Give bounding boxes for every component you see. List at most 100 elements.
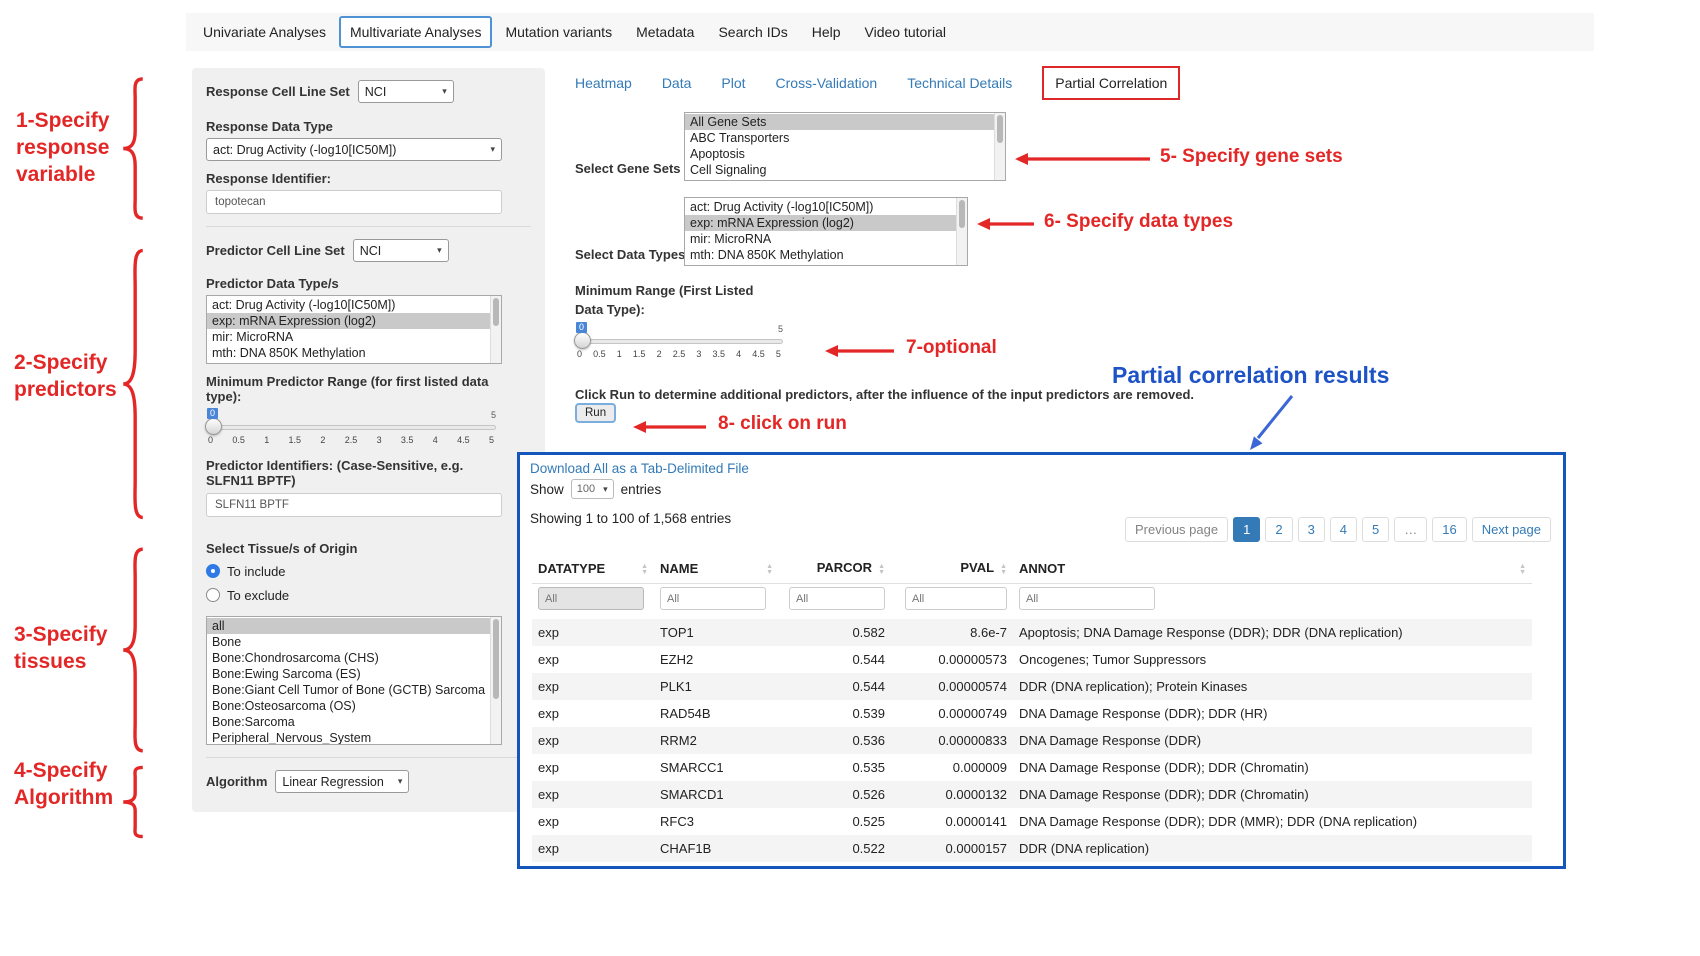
column-header-pval[interactable]: PVAL▲▼: [891, 553, 1013, 584]
tissue-exclude-radio[interactable]: To exclude: [206, 586, 531, 604]
page-button-1[interactable]: 1: [1233, 517, 1260, 542]
nav-item-mutation-variants[interactable]: Mutation variants: [494, 16, 623, 48]
cell: 0.544: [779, 646, 891, 673]
data-types-listbox[interactable]: act: Drug Activity (-log10[IC50M])exp: m…: [684, 197, 968, 266]
cell: DNA Damage Response (DDR); DDR (Chromati…: [1013, 754, 1532, 781]
brace-step4: [120, 766, 146, 838]
scrollbar[interactable]: [490, 617, 501, 744]
download-link[interactable]: Download All as a Tab-Delimited File: [530, 461, 749, 476]
tissue-listbox[interactable]: allBoneBone:Chondrosarcoma (CHS)Bone:Ewi…: [206, 616, 502, 745]
column-header-annot[interactable]: ANNOT▲▼: [1013, 553, 1532, 584]
chevron-down-icon: ▾: [437, 245, 442, 256]
show-label: Show: [530, 482, 564, 497]
results-table-body: expTOP10.5828.6e-7Apoptosis; DNA Damage …: [532, 619, 1532, 862]
tab-partial-correlation[interactable]: Partial Correlation: [1055, 75, 1167, 91]
slider-value-bubble: 0: [207, 408, 218, 419]
nav-item-video-tutorial[interactable]: Video tutorial: [854, 16, 957, 48]
option-bone[interactable]: Bone: [207, 634, 501, 650]
tissue-exclude-label: To exclude: [227, 588, 289, 603]
slider-track: [575, 339, 783, 344]
control-panel: Response Cell Line Set NCI ▾ Response Da…: [192, 68, 545, 812]
option-all-gene-sets[interactable]: All Gene Sets: [685, 114, 1005, 130]
slider-max-label: 5: [778, 324, 783, 334]
cell: 0.525: [779, 808, 891, 835]
tab-cross-validation[interactable]: Cross-Validation: [776, 75, 878, 91]
column-header-name[interactable]: NAME▲▼: [654, 553, 779, 584]
page-button-2[interactable]: 2: [1265, 517, 1292, 542]
slider-tick: 3.5: [401, 435, 414, 445]
gene-sets-listbox[interactable]: All Gene SetsABC TransportersApoptosisCe…: [684, 112, 1006, 181]
tissue-include-radio[interactable]: To include: [206, 562, 531, 580]
run-button[interactable]: Run: [575, 403, 616, 423]
arrow-step8-icon: [630, 418, 708, 436]
response-identifier-input[interactable]: [206, 190, 502, 214]
next-page-button[interactable]: Next page: [1472, 517, 1551, 542]
option-mir-microrna[interactable]: mir: MicroRNA: [685, 231, 967, 247]
option-exp-mrna-expression-log2[interactable]: exp: mRNA Expression (log2): [685, 215, 967, 231]
option-peripheral-nervous-system[interactable]: Peripheral_Nervous_System: [207, 730, 501, 745]
slider-handle[interactable]: [205, 418, 222, 435]
predictor-identifiers-input[interactable]: [206, 493, 502, 517]
option-mir-microrna[interactable]: mir: MicroRNA: [207, 329, 501, 345]
cell: exp: [532, 781, 654, 808]
predictor-data-types-listbox[interactable]: act: Drug Activity (-log10[IC50M])exp: m…: [206, 295, 502, 364]
filter-input-parcor[interactable]: [789, 587, 885, 610]
main-range-slider[interactable]: 0 5 00.511.522.533.544.55: [575, 324, 783, 366]
algorithm-select[interactable]: Linear Regression ▾: [275, 770, 409, 793]
option-cell-signaling[interactable]: Cell Signaling: [685, 162, 1005, 178]
cell: DNA Damage Response (DDR); DDR (HR): [1013, 700, 1532, 727]
predictor-cell-line-set-select[interactable]: NCI ▾: [353, 239, 449, 262]
filter-input-annot[interactable]: [1019, 587, 1155, 610]
filter-cell: [1013, 584, 1532, 620]
column-header-datatype[interactable]: DATATYPE▲▼: [532, 553, 654, 584]
option-abc-transporters[interactable]: ABC Transporters: [685, 130, 1005, 146]
filter-input-pval[interactable]: [905, 587, 1007, 610]
page-button-5[interactable]: 5: [1362, 517, 1389, 542]
nav-item-metadata[interactable]: Metadata: [625, 16, 705, 48]
page-button-4[interactable]: 4: [1330, 517, 1357, 542]
column-header-label: PARCOR: [817, 560, 872, 575]
option-bone-sarcoma[interactable]: Bone:Sarcoma: [207, 714, 501, 730]
nav-item-multivariate-analyses[interactable]: Multivariate Analyses: [339, 16, 493, 48]
nav-item-help[interactable]: Help: [801, 16, 852, 48]
nav-item-univariate-analyses[interactable]: Univariate Analyses: [192, 16, 337, 48]
slider-max-label: 5: [491, 410, 496, 420]
scrollbar[interactable]: [994, 113, 1005, 180]
option-bone-osteosarcoma-os[interactable]: Bone:Osteosarcoma (OS): [207, 698, 501, 714]
slider-handle[interactable]: [574, 332, 591, 349]
filter-input-datatype[interactable]: [538, 587, 644, 610]
show-entries-select[interactable]: 100 ▾: [571, 479, 614, 499]
page-button-16[interactable]: 16: [1432, 517, 1466, 542]
option-exp-mrna-expression-log2[interactable]: exp: mRNA Expression (log2): [207, 313, 501, 329]
cell: RFC3: [654, 808, 779, 835]
arrow-step5-icon: [1012, 150, 1152, 168]
option-apoptosis[interactable]: Apoptosis: [685, 146, 1005, 162]
column-header-parcor[interactable]: PARCOR ▲▼: [779, 553, 891, 584]
option-bone-ewing-sarcoma-es[interactable]: Bone:Ewing Sarcoma (ES): [207, 666, 501, 682]
nav-item-search-ids[interactable]: Search IDs: [707, 16, 798, 48]
option-bone-chondrosarcoma-chs[interactable]: Bone:Chondrosarcoma (CHS): [207, 650, 501, 666]
filter-input-name[interactable]: [660, 587, 766, 610]
cell: 0.00000749: [891, 700, 1013, 727]
page-button-ellipsis[interactable]: …: [1394, 517, 1427, 542]
scrollbar[interactable]: [490, 296, 501, 363]
scrollbar[interactable]: [956, 198, 967, 265]
annotation-step2: 2-Specify predictors: [14, 350, 126, 404]
option-act-drug-activity-log10-ic50m[interactable]: act: Drug Activity (-log10[IC50M]): [207, 297, 501, 313]
option-mth-dna-850k-methylation[interactable]: mth: DNA 850K Methylation: [207, 345, 501, 361]
tab-heatmap[interactable]: Heatmap: [575, 75, 632, 91]
tab-plot[interactable]: Plot: [721, 75, 745, 91]
previous-page-button[interactable]: Previous page: [1125, 517, 1228, 542]
option-mth-dna-850k-methylation[interactable]: mth: DNA 850K Methylation: [685, 247, 967, 263]
tab-data[interactable]: Data: [662, 75, 692, 91]
response-data-type-select[interactable]: act: Drug Activity (-log10[IC50M]) ▾: [206, 138, 502, 161]
page-button-3[interactable]: 3: [1298, 517, 1325, 542]
sort-down-icon: ▼: [1000, 570, 1007, 576]
option-act-drug-activity-log10-ic50m[interactable]: act: Drug Activity (-log10[IC50M]): [685, 199, 967, 215]
tab-technical-details[interactable]: Technical Details: [907, 75, 1012, 91]
option-bone-giant-cell-tumor-of-bone-gctb-sarcoma[interactable]: Bone:Giant Cell Tumor of Bone (GCTB) Sar…: [207, 682, 501, 698]
response-cell-line-set-select[interactable]: NCI ▾: [358, 80, 454, 103]
sort-icon: ▲▼: [878, 564, 885, 576]
predictor-range-slider[interactable]: 0 5 00.511.522.533.544.55: [206, 410, 496, 452]
option-all[interactable]: all: [207, 618, 501, 634]
